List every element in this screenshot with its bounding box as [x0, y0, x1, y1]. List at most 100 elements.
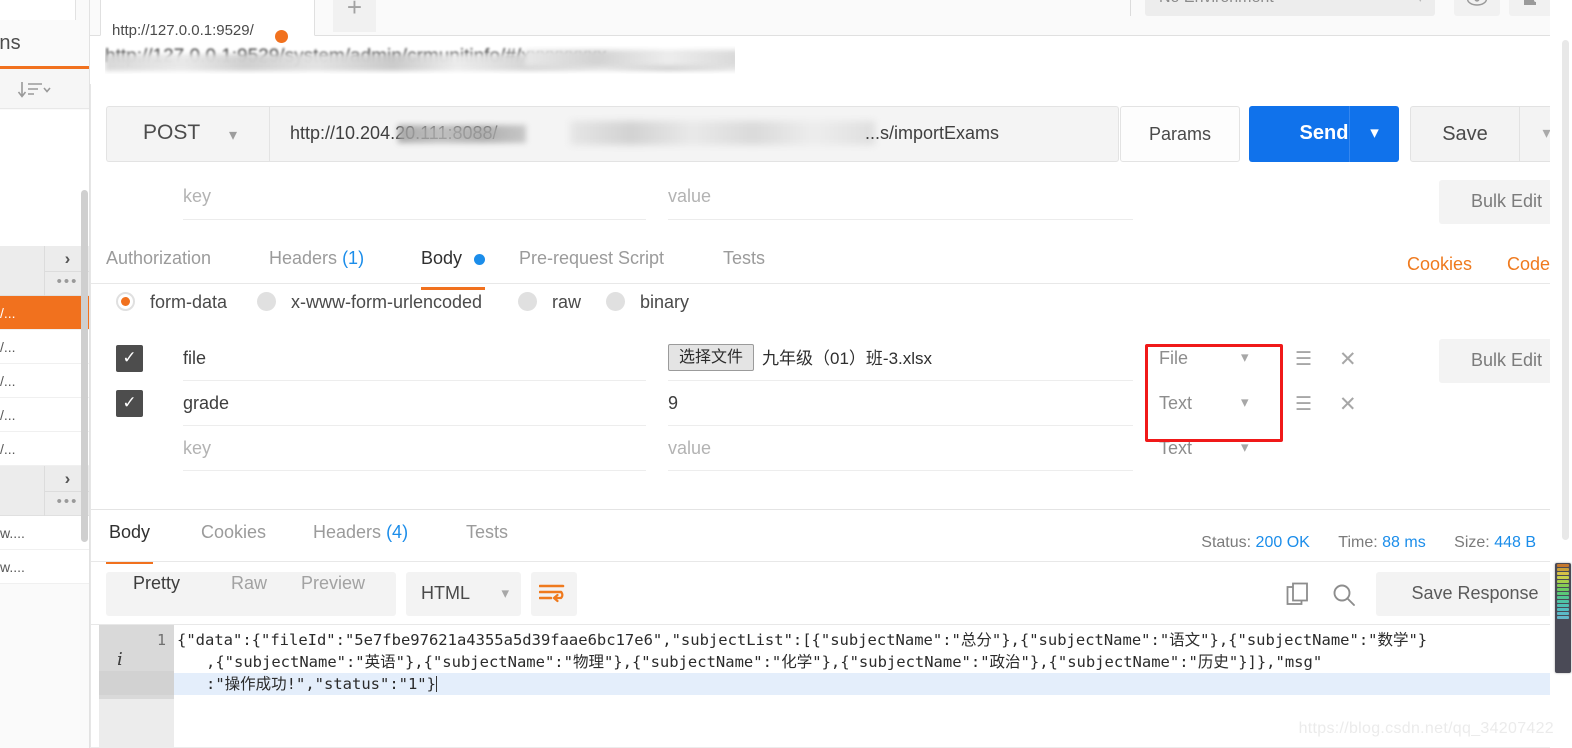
word-wrap-icon[interactable] [531, 572, 577, 616]
row-checkbox[interactable]: ✓ [116, 345, 143, 372]
response-tab-cookies[interactable]: Cookies [201, 522, 266, 560]
sidebar-item-1[interactable]: /... [0, 330, 89, 364]
copy-icon[interactable] [1286, 582, 1312, 613]
status-label: Status: [1201, 534, 1252, 551]
form-key-input[interactable]: file [183, 336, 646, 381]
form-value-input-empty[interactable]: value [668, 426, 1133, 471]
sidebar-item-2[interactable]: /... [0, 364, 89, 398]
form-type-selector-empty[interactable]: Text ▾ [1159, 426, 1279, 471]
radio-icon [257, 292, 276, 311]
row-checkbox[interactable]: ✓ [116, 390, 143, 417]
request-tab-label: http://127.0.0.1:9529/ [112, 22, 254, 39]
params-button[interactable]: Params [1120, 106, 1240, 162]
size-label: Size: [1454, 534, 1490, 551]
format-selector[interactable]: HTML ▾ [406, 572, 521, 616]
size-value: 448 B [1494, 534, 1536, 551]
response-tab-tests[interactable]: Tests [466, 522, 508, 560]
choose-file-button[interactable]: 选择文件 [668, 344, 755, 372]
list-item[interactable] [0, 212, 89, 246]
form-type-selector-file[interactable]: File ▾ [1159, 336, 1279, 381]
list-item[interactable] [0, 144, 89, 178]
sidebar-scrollbar[interactable] [81, 190, 88, 542]
tab-tests-label: Tests [723, 248, 766, 268]
param-value-input[interactable]: value [668, 186, 1133, 220]
radio-icon [518, 292, 537, 311]
tab-body[interactable]: Body [421, 248, 486, 290]
request-url-row: POST ▾ http://10.204.20.111:8088/ ...s/i… [91, 106, 1572, 162]
radio-form-data[interactable]: form-data [116, 292, 227, 313]
sidebar-item-0[interactable]: /... [0, 296, 89, 330]
code-link[interactable]: Code [1507, 254, 1550, 275]
form-value-input[interactable]: 9 [668, 381, 1133, 426]
code-line: {"data":{"fileId":"5e7fbe97621a4355a5d39… [177, 631, 1428, 649]
sidebar-title: ons [0, 32, 21, 54]
new-tab-button[interactable]: + [333, 0, 376, 32]
response-tab-body[interactable]: Body [106, 522, 154, 564]
form-file-value[interactable]: 选择文件 九年级（01）班-3.xlsx [668, 336, 1133, 381]
sidebar-sort-bar[interactable] [0, 69, 89, 109]
view-mode-raw[interactable]: Raw [231, 562, 267, 606]
page-scrollbar[interactable] [1562, 40, 1569, 540]
close-icon[interactable]: ✕ [1339, 347, 1357, 372]
row-actions: ☰ ✕ [1287, 381, 1383, 426]
url-blur-mask-1 [398, 125, 526, 143]
radio-x-www-form-urlencoded-label: x-www-form-urlencoded [291, 292, 483, 312]
list-item[interactable] [0, 110, 89, 144]
sidebar-item-4[interactable]: /... [0, 432, 89, 466]
tab-strip: http://127.0.0.1:9529/ + No Environment … [90, 0, 1572, 43]
tab-body-label: Body [421, 248, 463, 268]
form-data-table: ✓ file 选择文件 九年级（01）班-3.xlsx File ▾ ☰ ✕ Bu… [91, 336, 1572, 471]
tab-headers[interactable]: Headers (1) [269, 248, 364, 284]
response-tab-headers[interactable]: Headers (4) [313, 522, 408, 560]
http-method-selector[interactable]: POST ▾ [106, 106, 269, 162]
chevron-down-icon: ▾ [1241, 349, 1249, 366]
radio-x-www-form-urlencoded[interactable]: x-www-form-urlencoded [257, 292, 482, 313]
form-type-selector-text[interactable]: Text ▾ [1159, 381, 1279, 426]
row-actions: ☰ ✕ [1287, 336, 1383, 381]
environment-selector[interactable]: No Environment ▾ [1145, 0, 1435, 16]
url-input[interactable]: http://10.204.20.111:8088/ ...s/importEx… [269, 106, 1119, 162]
send-options-chevron-down-icon[interactable]: ▾ [1349, 106, 1399, 162]
save-button[interactable]: Save [1410, 106, 1520, 162]
reorder-icon[interactable]: ☰ [1295, 393, 1312, 416]
list-item[interactable] [0, 178, 89, 212]
radio-binary[interactable]: binary [606, 292, 689, 313]
tab-pre-request-script-label: Pre-request Script [519, 248, 665, 268]
puzzle-icon[interactable] [1509, 0, 1555, 16]
url-blur-mask-2 [570, 121, 875, 145]
form-type-label: Text [1159, 438, 1193, 458]
sidebar-item-5[interactable]: w.... [0, 516, 89, 550]
tab-pre-request-script[interactable]: Pre-request Script [519, 248, 664, 284]
view-mode-preview[interactable]: Preview [301, 562, 365, 606]
close-icon[interactable]: ✕ [1339, 392, 1357, 417]
tab-tests[interactable]: Tests [723, 248, 765, 284]
tab-headers-count: (1) [342, 248, 365, 268]
watermark: https://blog.csdn.net/qq_34207422 [1298, 720, 1554, 737]
code-minimap[interactable] [1555, 563, 1571, 673]
radio-raw[interactable]: raw [518, 292, 581, 313]
response-tab-tests-label: Tests [466, 522, 509, 542]
table-row: ✓ grade 9 Text ▾ ☰ ✕ [91, 381, 1550, 426]
param-key-input[interactable]: key [183, 186, 646, 220]
chevron-down-icon: ▾ [229, 127, 238, 144]
sidebar-item-3[interactable]: /... [0, 398, 89, 432]
active-tab-underline [421, 287, 486, 290]
sort-icon[interactable] [16, 79, 52, 101]
sidebar-tab-top [0, 0, 76, 20]
save-response-button[interactable]: Save Response [1376, 572, 1572, 616]
sidebar-item-6[interactable]: w.... [0, 550, 89, 584]
request-response-panel: POST ▾ http://10.204.20.111:8088/ ...s/i… [90, 84, 1572, 748]
tab-headers-label: Headers [269, 248, 338, 268]
cookies-link[interactable]: Cookies [1407, 254, 1472, 275]
tab-authorization[interactable]: Authorization [106, 248, 211, 284]
view-mode-pretty[interactable]: Pretty [133, 562, 180, 606]
search-icon[interactable] [1331, 582, 1357, 613]
form-key-input[interactable]: grade [183, 381, 646, 426]
response-toolbar: Pretty Raw Preview HTML ▾ Save Response [91, 562, 1572, 624]
response-tab-body-label: Body [109, 522, 151, 542]
table-row-empty: key value Text ▾ [91, 426, 1550, 471]
divider [1130, 0, 1131, 16]
form-key-input-empty[interactable]: key [183, 426, 646, 471]
eye-icon[interactable] [1454, 0, 1500, 16]
reorder-icon[interactable]: ☰ [1295, 348, 1312, 371]
